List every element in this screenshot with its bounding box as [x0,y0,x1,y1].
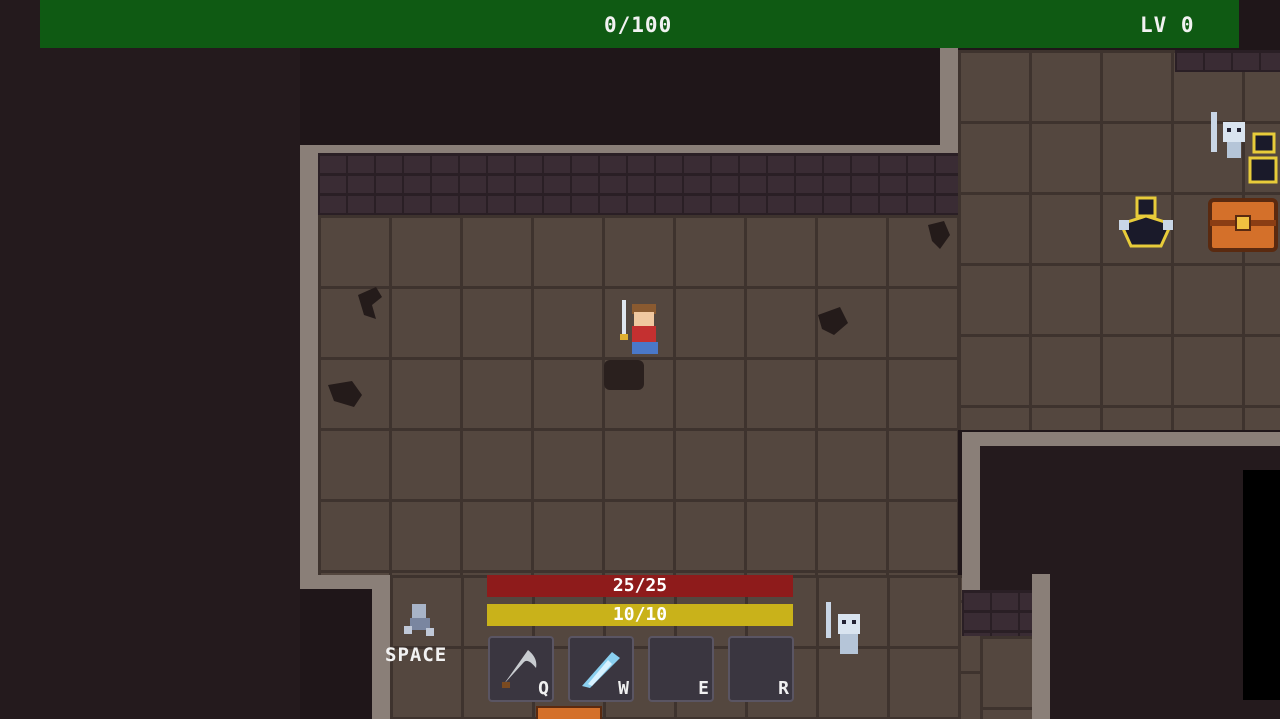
wall-face-top [318,153,958,215]
scythe-icon [502,650,537,688]
skill-slot-q[interactable]: Q [488,636,554,702]
golden-skeleton-enemy[interactable] [1244,128,1280,192]
armored-knight-enemy[interactable] [1115,194,1177,256]
wall-top-edge [300,145,958,153]
game-viewport: 0/100 LV 0 25/25 10/10 SPACE Q W E R [0,0,1280,719]
skeleton-enemy-lower[interactable] [822,600,872,662]
wall-face-lower-right [962,590,1032,636]
treasure-chest[interactable] [1208,196,1278,254]
dash-key-label: SPACE [385,644,448,666]
void-left [0,0,300,719]
wall-upper-divider [940,40,958,153]
floor-cracks [328,221,950,407]
mp-text: 10/10 [612,604,668,625]
skill-key-q: Q [538,678,549,699]
skill-slot-e[interactable]: E [648,636,714,702]
wall-right-inner [1032,574,1050,719]
player-hero [620,300,658,354]
hp-bar: 25/25 [487,575,793,597]
hp-text: 25/25 [612,575,668,596]
skill-key-r: R [778,678,789,699]
skill-slot-w[interactable]: W [568,636,634,702]
wall-face-top-right [1175,50,1280,72]
xp-text: 0/100 [604,13,673,37]
level-text: LV 0 [1140,13,1195,37]
lower-right-floor-2 [980,636,1032,719]
skill-key-w: W [618,678,629,699]
skill-key-e: E [698,678,709,699]
mp-bar: 10/10 [487,604,793,626]
wall-left [300,145,318,585]
ice-bolt-icon [582,652,620,688]
skill-slot-r[interactable]: R [728,636,794,702]
player-shadow [604,360,644,390]
dash-icon [404,604,434,636]
door-object [536,706,602,719]
